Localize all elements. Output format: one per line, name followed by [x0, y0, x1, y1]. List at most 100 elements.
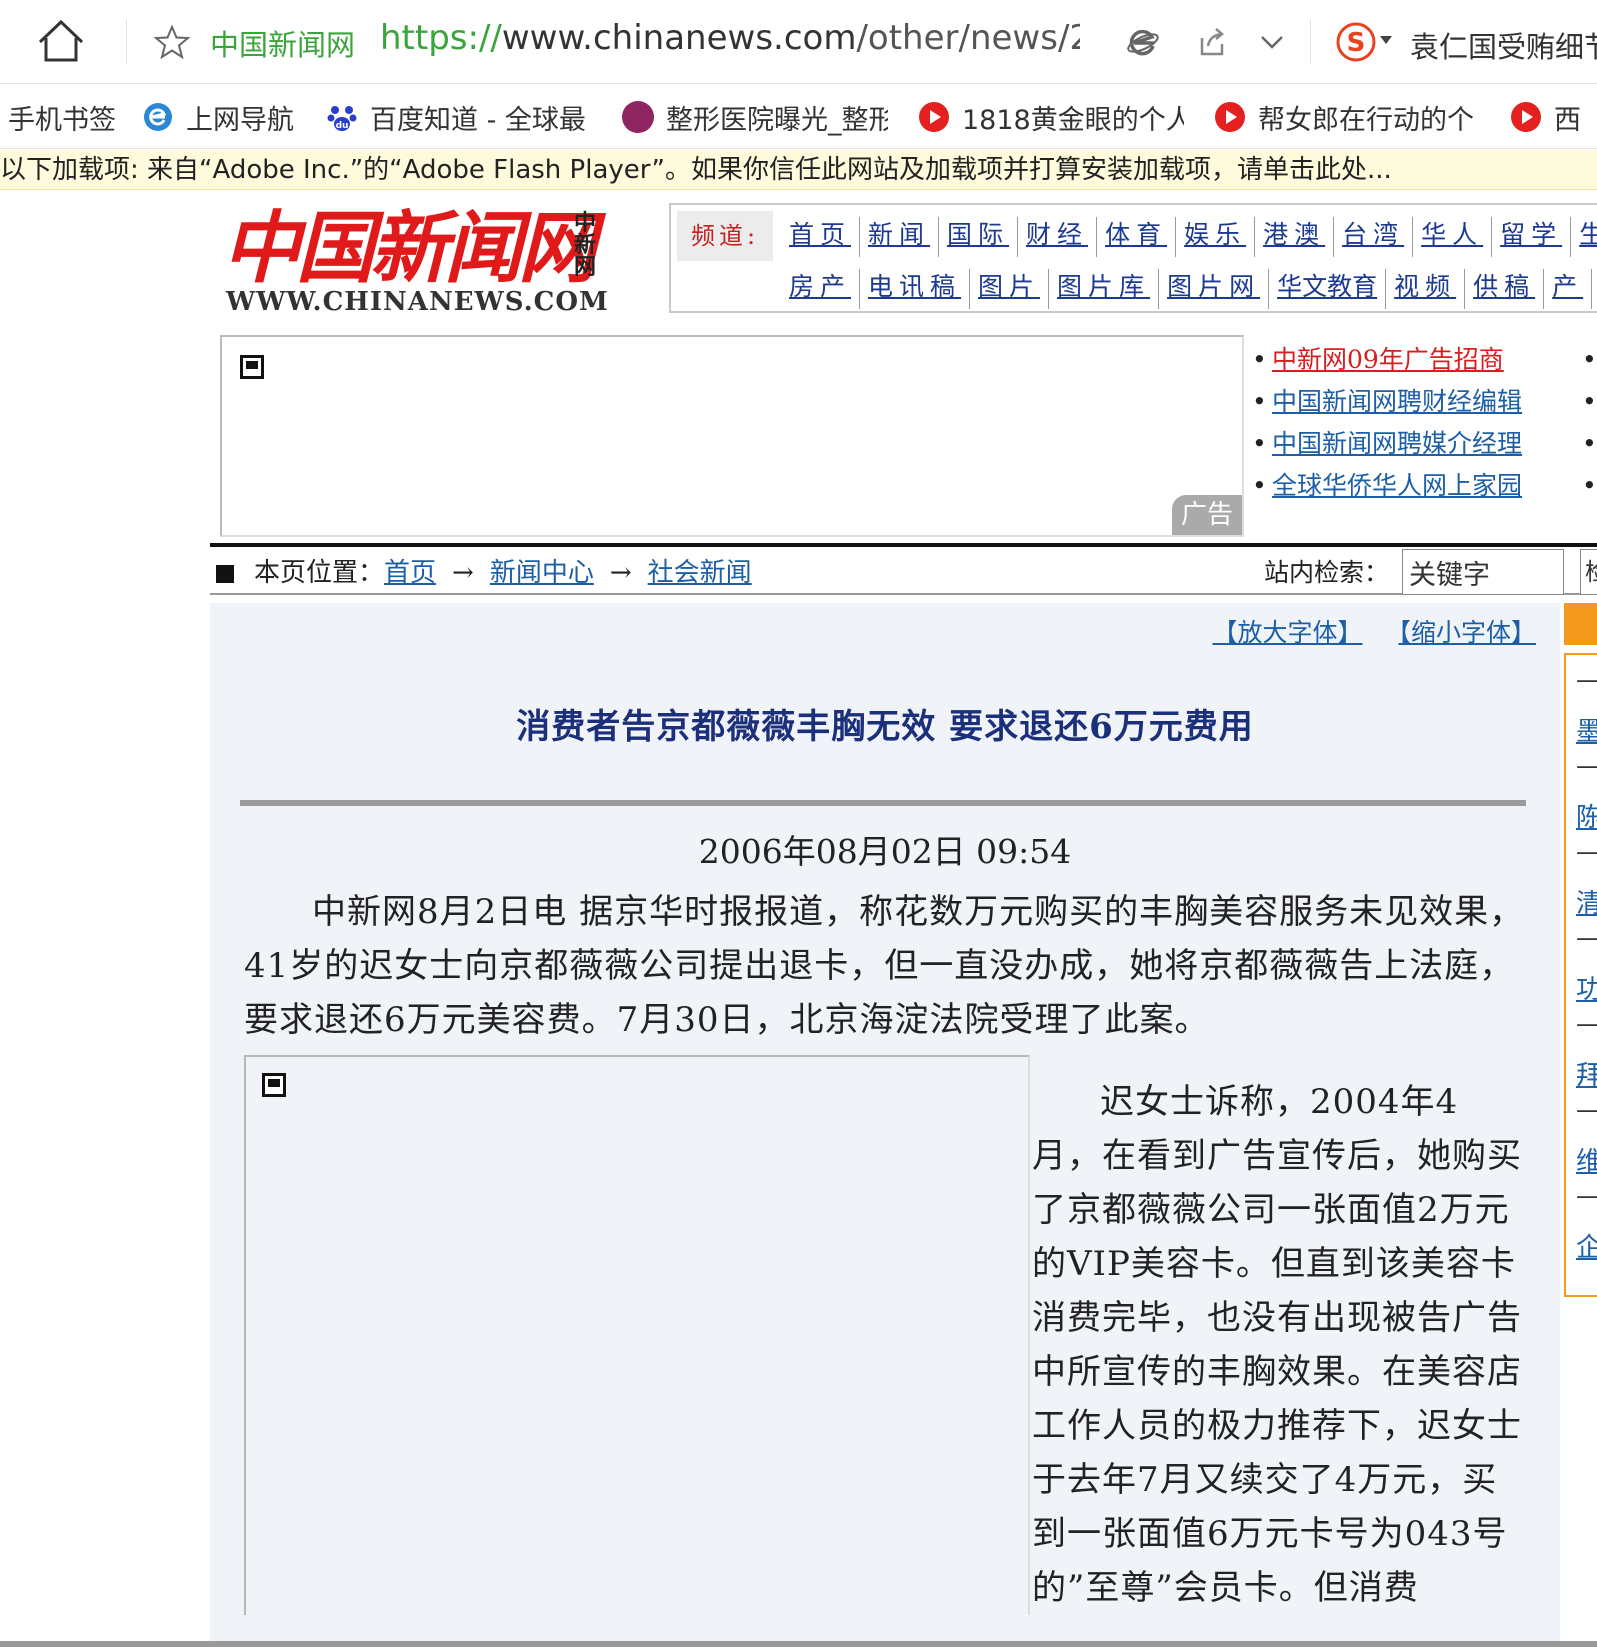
channel-nav: 频道: 首页 新闻 国际 财经 体育 娱乐 港澳 台湾 华人 留学 生 房产 电… — [669, 203, 1597, 313]
channel-link[interactable]: 国际 — [939, 217, 1019, 257]
chinanews-logo[interactable]: 中国新闻网 中新网 WWW.CHINANEWS.COM — [222, 203, 608, 318]
share-icon[interactable] — [1196, 26, 1228, 58]
url-field[interactable]: https://www.chinanews.com/other/news/200… — [380, 18, 1080, 58]
ad-link-item: 全球华侨华人网上家园 • — [1252, 465, 1597, 507]
sidebar-dash: — — [1576, 665, 1597, 695]
breadcrumb-news-center[interactable]: 新闻中心 — [490, 558, 594, 588]
site-search-button[interactable]: 检索 — [1580, 549, 1597, 595]
chevron-down-icon[interactable] — [1258, 30, 1286, 54]
bookmark-banvlang[interactable]: 帮女郎在行动的个 — [1214, 99, 1476, 136]
channel-link[interactable]: 留学 — [1492, 217, 1572, 257]
bookmark-label: 西 — [1554, 104, 1581, 136]
site-search-label: 站内检索： — [1264, 558, 1390, 587]
article-paragraph: 中新网8月2日电 据京华时报报道，称花数万元购买的丰胸美容服务未见效果，41岁的… — [244, 892, 1525, 1040]
url-protocol: https:// — [380, 18, 502, 58]
sidebar-dash: — — [1576, 1095, 1597, 1125]
enlarge-font-link[interactable]: 【放大字体】 — [1212, 618, 1362, 647]
banner-ad-placeholder[interactable]: 广告 — [220, 335, 1244, 537]
bookmark-label: 帮女郎在行动的个 — [1258, 104, 1474, 136]
bullet: • — [1582, 471, 1597, 500]
url-host: www.chinanews.com — [501, 18, 857, 58]
channel-link[interactable]: 台湾 — [1334, 217, 1414, 257]
sidebar-header — [1564, 603, 1597, 645]
ad-link-item: 中新网09年广告招商 • — [1252, 339, 1597, 381]
sidebar-dash: — — [1576, 923, 1597, 953]
sidebar-news-list: — 墨 — 陈 — 清 — 功 — 拜 — 维 — 企 — [1564, 653, 1597, 1297]
sogou-search-engine-icon[interactable]: S — [1336, 22, 1376, 62]
sidebar-link[interactable]: 拜 — [1576, 1055, 1597, 1092]
arrow-right-icon: → — [452, 558, 474, 588]
browser-toolbar: 中国新闻网 https://www.chinanews.com/other/ne… — [0, 0, 1597, 84]
ad-link[interactable]: 中新网09年广告招商 — [1272, 345, 1504, 374]
bookmark-label: 上网导航 — [186, 104, 294, 136]
bookmark-label: 1818黄金眼的个人 — [962, 104, 1184, 136]
ad-link[interactable]: 中国新闻网聘财经编辑 — [1272, 387, 1522, 416]
channel-link[interactable]: 新闻 — [860, 217, 940, 257]
svg-text:S: S — [1347, 28, 1366, 58]
broken-image-icon — [262, 1073, 286, 1097]
bookmark-plastic-surgery[interactable]: 整形医院曝光_整形 — [622, 99, 888, 136]
channel-link[interactable]: 财经 — [1018, 217, 1098, 257]
bookmark-xi[interactable]: 西 — [1510, 99, 1581, 136]
channel-link[interactable]: 电讯稿 — [860, 269, 971, 309]
sidebar-link[interactable]: 清 — [1576, 883, 1597, 920]
ie-compat-icon[interactable] — [1126, 26, 1160, 60]
star-bookmark-icon[interactable] — [154, 24, 190, 60]
channel-link[interactable]: 华人 — [1413, 217, 1493, 257]
red-play-icon — [1511, 102, 1541, 132]
ad-link[interactable]: 中国新闻网聘媒介经理 — [1272, 429, 1522, 458]
sidebar-link[interactable]: 墨 — [1576, 711, 1597, 748]
channel-link[interactable]: 视频 — [1386, 269, 1466, 309]
ie-icon — [144, 103, 172, 131]
article-date: 2006年08月02日 09:54 — [698, 832, 1072, 871]
flash-addon-notification[interactable]: 以下加载项: 来自“Adobe Inc.”的“Adobe Flash Playe… — [0, 150, 1597, 190]
channel-link[interactable]: 体育 — [1097, 217, 1177, 257]
font-size-controls: 【放大字体】 【缩小字体】 — [1176, 613, 1536, 649]
baidu-paw-icon: du — [327, 106, 357, 131]
sidebar-dash: — — [1576, 1181, 1597, 1211]
article-body: 【放大字体】 【缩小字体】 消费者告京都薇薇丰胸无效 要求退还6万元费用 2006… — [210, 603, 1560, 1647]
sidebar-link[interactable]: 功 — [1576, 969, 1597, 1006]
channel-link[interactable]: 港澳 — [1255, 217, 1335, 257]
toolbar-separator — [126, 20, 127, 64]
channel-row-2: 房产 电讯稿 图片 图片库 图片网 华文教育 视频 供稿 产 — [781, 269, 1593, 309]
browser-search-hint[interactable]: 袁仁国受贿细节 — [1410, 24, 1597, 66]
ad-link[interactable]: 全球华侨华人网上家园 — [1272, 471, 1522, 500]
channel-link[interactable]: 产 — [1544, 269, 1593, 309]
shrink-font-link[interactable]: 【缩小字体】 — [1398, 618, 1536, 647]
broken-plugin-icon — [240, 355, 264, 379]
red-play-icon — [919, 102, 949, 132]
breadcrumb: 本页位置：首页 → 新闻中心 → 社会新闻 — [254, 553, 752, 593]
channel-link[interactable]: 图片 — [970, 269, 1050, 309]
bookmark-label: 整形医院曝光_整形 — [666, 104, 888, 136]
channel-link[interactable]: 首页 — [781, 217, 861, 257]
breadcrumb-society-news[interactable]: 社会新闻 — [648, 558, 752, 588]
channel-link[interactable]: 娱乐 — [1176, 217, 1256, 257]
site-search-input[interactable] — [1402, 549, 1564, 595]
url-path: /other/news/2006/ — [856, 18, 1080, 58]
channel-link[interactable]: 华文教育 — [1269, 269, 1387, 309]
channel-link[interactable]: 图片库 — [1049, 269, 1160, 309]
bullet: • — [1582, 429, 1597, 458]
logo-url-text: WWW.CHINANEWS.COM — [226, 287, 609, 317]
bookmark-label: 手机书签 — [8, 104, 116, 136]
engine-dropdown-arrow-icon[interactable] — [1380, 36, 1392, 44]
toolbar-separator — [1310, 20, 1311, 64]
bookmark-nav[interactable]: 上网导航 — [142, 99, 294, 136]
channel-link[interactable]: 生 — [1571, 217, 1597, 257]
home-icon[interactable] — [36, 18, 86, 64]
logo-chinese-text: 中国新闻网 — [222, 203, 596, 294]
sidebar-link[interactable]: 维 — [1576, 1141, 1597, 1178]
breadcrumb-home[interactable]: 首页 — [384, 558, 436, 588]
channel-link[interactable]: 房产 — [781, 269, 861, 309]
circle-logo-icon — [622, 101, 654, 133]
sidebar-link[interactable]: 陈 — [1576, 797, 1597, 834]
channel-link[interactable]: 图片网 — [1159, 269, 1270, 309]
bookmark-1818[interactable]: 1818黄金眼的个人 — [918, 99, 1184, 136]
ad-tag: 广告 — [1172, 495, 1242, 535]
channel-link[interactable]: 供稿 — [1465, 269, 1545, 309]
site-name-label: 中国新闻网 — [210, 28, 356, 62]
bookmark-mobile[interactable]: 手机书签 — [8, 99, 116, 136]
bookmark-baidu-zhidao[interactable]: du 百度知道 - 全球最 — [326, 99, 586, 136]
sidebar-link[interactable]: 企 — [1576, 1227, 1597, 1264]
